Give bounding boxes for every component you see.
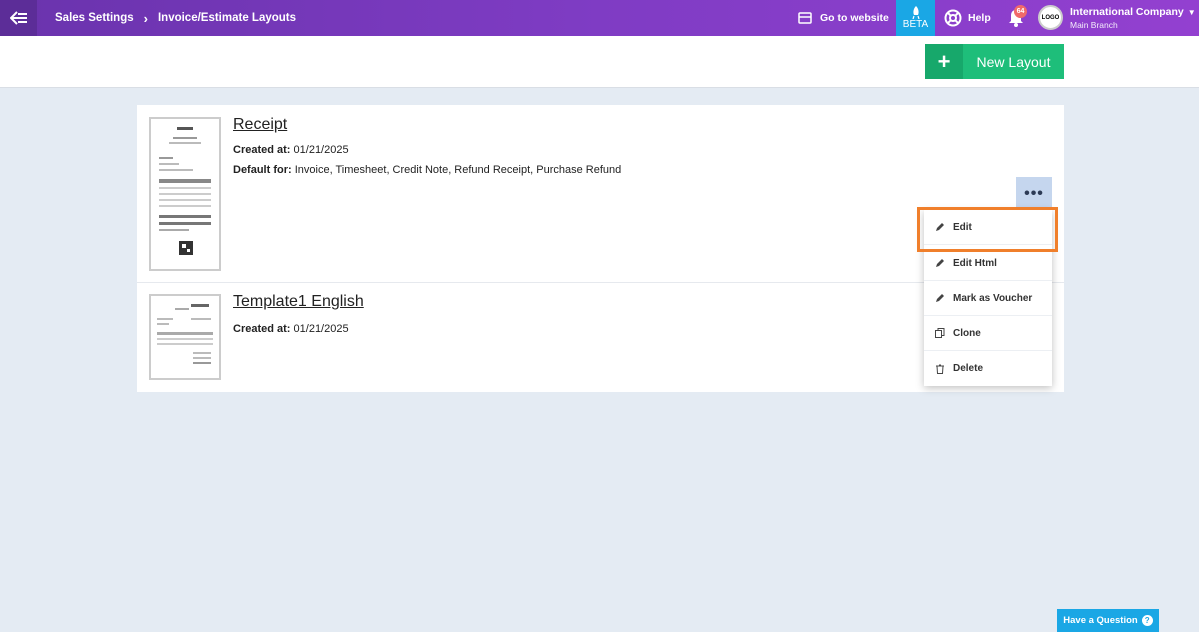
question-icon: ? <box>1141 615 1153 626</box>
breadcrumb-current: Invoice/Estimate Layouts <box>157 12 297 24</box>
back-button[interactable] <box>0 0 37 36</box>
new-layout-label: New Layout <box>976 53 1051 70</box>
lifebuoy-icon <box>944 9 962 27</box>
receipt-preview-image <box>159 127 211 255</box>
created-at: Created at: 01/21/2025 <box>233 323 349 335</box>
action-bar: + New Layout <box>0 36 1199 88</box>
created-at-value: 01/21/2025 <box>293 323 349 335</box>
top-bar: Sales Settings › Invoice/Estimate Layout… <box>0 0 1199 36</box>
store-icon <box>798 12 812 24</box>
menu-item-label: Edit Html <box>953 257 997 269</box>
template1-thumbnail[interactable] <box>149 294 221 380</box>
beta-label: BETA <box>902 19 929 30</box>
layout-title-receipt[interactable]: Receipt <box>233 116 287 134</box>
more-actions-button[interactable]: ••• <box>1016 177 1052 211</box>
chevron-right-icon: › <box>143 10 148 26</box>
menu-item-label: Clone <box>953 327 981 339</box>
pencil-icon <box>936 294 944 302</box>
edit-highlight-box <box>917 207 1058 252</box>
layout-title-template1[interactable]: Template1 English <box>233 293 364 311</box>
back-arrow-icon <box>9 11 27 25</box>
pencil-icon <box>936 259 944 267</box>
branch-name: Main Branch <box>1070 20 1118 30</box>
beta-button[interactable]: BETA <box>896 0 935 36</box>
copy-icon <box>935 328 945 338</box>
template1-preview-image <box>157 304 213 364</box>
receipt-thumbnail[interactable] <box>149 117 221 271</box>
plus-icon: + <box>925 44 963 79</box>
company-name: International Company <box>1070 6 1184 18</box>
notification-count-badge: 64 <box>1014 5 1027 18</box>
go-to-website-link[interactable]: Go to website <box>798 0 889 36</box>
menu-item-clone[interactable]: Clone <box>924 316 1052 351</box>
breadcrumb: Sales Settings › Invoice/Estimate Layout… <box>55 0 296 36</box>
company-logo[interactable]: LOGO <box>1038 5 1063 30</box>
menu-item-label: Mark as Voucher <box>953 292 1033 304</box>
menu-item-mark-as-voucher[interactable]: Mark as Voucher <box>924 281 1052 316</box>
new-layout-button[interactable]: + New Layout <box>925 44 1064 79</box>
have-a-question-label: Have a Question <box>1063 615 1138 626</box>
breadcrumb-sales-settings[interactable]: Sales Settings <box>55 12 134 24</box>
created-at-label: Created at: <box>233 144 291 156</box>
menu-item-delete[interactable]: Delete <box>924 351 1052 386</box>
caret-down-icon: ▼ <box>1187 8 1196 17</box>
default-for: Default for: Invoice, Timesheet, Credit … <box>233 164 621 176</box>
created-at-value: 01/21/2025 <box>293 144 349 156</box>
default-for-value: Invoice, Timesheet, Credit Note, Refund … <box>294 164 622 176</box>
created-at-label: Created at: <box>233 323 291 335</box>
help-label: Help <box>968 12 991 24</box>
rocket-icon <box>911 6 920 19</box>
help-button[interactable]: Help <box>944 0 991 36</box>
default-for-label: Default for: <box>233 164 292 176</box>
have-a-question-button[interactable]: Have a Question ? <box>1057 609 1159 632</box>
company-switcher[interactable]: International Company ▼ Main Branch <box>1070 6 1196 31</box>
trash-icon <box>936 364 944 374</box>
menu-item-label: Delete <box>953 363 984 374</box>
created-at: Created at: 01/21/2025 <box>233 144 349 156</box>
go-to-website-label: Go to website <box>820 12 889 24</box>
